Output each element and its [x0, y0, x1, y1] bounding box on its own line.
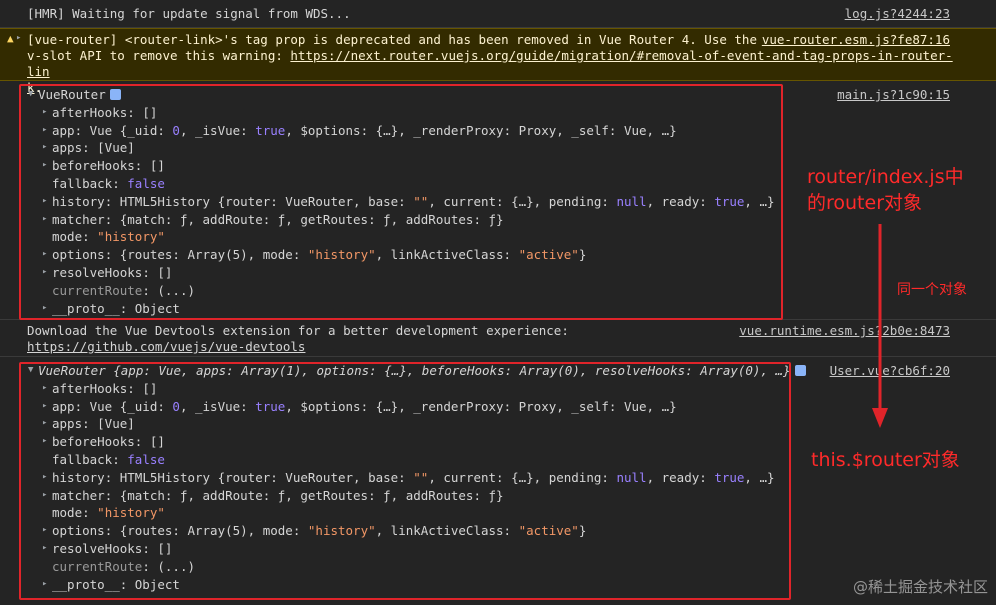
console-message-hmr: [HMR] Waiting for update signal from WDS… [0, 0, 996, 28]
highlight-box-1 [19, 84, 783, 320]
console-warning: ▲ ▸ [vue-router] <router-link>'s tag pro… [0, 28, 996, 95]
log1-source-link[interactable]: main.js?1c90:15 [837, 87, 950, 102]
highlight-box-2 [19, 362, 791, 600]
annotation-same-object: 同一个对象 [897, 282, 967, 298]
annotation-router-index: router/index.js中 的router对象 [807, 166, 964, 214]
hmr-source-link[interactable]: log.js?4244:23 [845, 6, 950, 21]
warning-icon: ▲ [7, 32, 14, 45]
hmr-text: [HMR] Waiting for update signal from WDS… [27, 6, 351, 21]
devtools-text: Download the Vue Devtools extension for … [27, 323, 569, 338]
info-icon[interactable] [794, 365, 806, 376]
watermark: @稀土掘金技术社区 [852, 578, 988, 596]
devtools-link[interactable]: https://github.com/vuejs/vue-devtools [27, 339, 305, 354]
warning-source-link[interactable]: vue-router.esm.js?fe87:16 [762, 32, 950, 47]
annotation-this-router: this.$router对象 [811, 449, 960, 471]
console-message-devtools: Download the Vue Devtools extension for … [0, 321, 996, 357]
devtools-source-link[interactable]: vue.runtime.esm.js?2b0e:8473 [739, 323, 950, 338]
arrow-down-icon [872, 224, 888, 428]
expand-triangle-icon[interactable]: ▸ [16, 33, 21, 43]
